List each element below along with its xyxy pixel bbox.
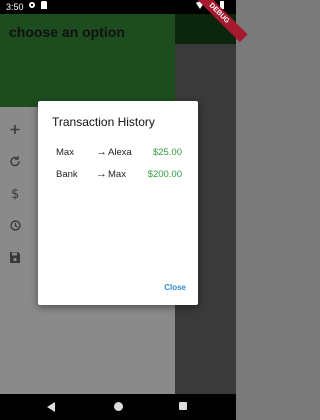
transaction-to: Max <box>108 169 126 180</box>
status-time: 3:50 <box>6 2 24 12</box>
add-icon[interactable] <box>8 121 22 138</box>
arrow-right-icon: → <box>96 168 107 180</box>
arrow-right-icon: → <box>96 146 107 158</box>
save-icon[interactable] <box>8 249 22 266</box>
svg-text:$: $ <box>11 187 19 202</box>
back-icon[interactable] <box>47 402 55 412</box>
transaction-from: Bank <box>56 169 78 180</box>
settings-icon <box>29 2 35 8</box>
navigation-bar <box>0 394 236 420</box>
dialog-title: Transaction History <box>52 115 155 129</box>
history-icon[interactable] <box>8 217 22 234</box>
transaction-from: Max <box>56 147 74 158</box>
page-title: choose an option <box>9 24 125 40</box>
close-button[interactable]: Close <box>164 283 186 292</box>
recent-apps-icon[interactable] <box>179 402 187 410</box>
transaction-history-dialog: Transaction History Max → Alexa $25.00 B… <box>38 101 198 305</box>
transaction-to: Alexa <box>108 147 132 158</box>
transaction-row: Max → Alexa $25.00 <box>56 146 182 161</box>
home-icon[interactable] <box>114 402 123 411</box>
transaction-row: Bank → Max $200.00 <box>56 168 182 183</box>
sd-card-icon <box>41 1 47 9</box>
refresh-icon[interactable] <box>8 153 22 170</box>
transaction-amount: $25.00 <box>152 147 182 158</box>
side-icon-list: $ <box>8 121 22 266</box>
transaction-amount: $200.00 <box>147 169 182 180</box>
dollar-icon[interactable]: $ <box>8 185 22 202</box>
